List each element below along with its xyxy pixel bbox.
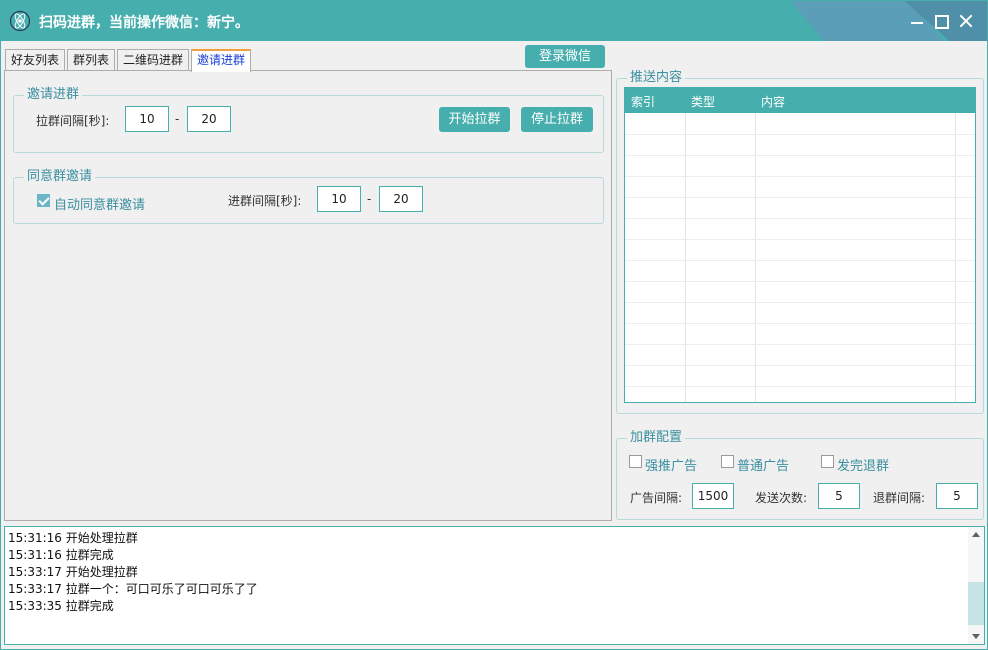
maximize-icon[interactable] <box>933 13 949 29</box>
log-line: 15:33:35 拉群完成 <box>8 599 114 613</box>
minimize-icon[interactable] <box>909 13 925 29</box>
grid-column-divider <box>955 113 956 402</box>
grid-row-divider <box>625 134 975 135</box>
join-config-title: 加群配置 <box>627 430 686 446</box>
invite-tab-panel: 邀请进群 拉群间隔[秒]: 10 - 20 开始拉群 停止拉群 同意群邀请 自动… <box>4 70 612 521</box>
force-ad-checkbox[interactable] <box>629 455 642 468</box>
auto-accept-checkbox[interactable] <box>37 194 50 207</box>
join-interval-min-input[interactable]: 10 <box>317 186 361 212</box>
grid-row-divider <box>625 281 975 282</box>
grid-row-divider <box>625 323 975 324</box>
login-wechat-button[interactable]: 登录微信 <box>525 45 605 68</box>
push-content-title: 推送内容 <box>627 70 686 86</box>
stop-invite-button[interactable]: 停止拉群 <box>521 107 593 132</box>
join-config-group-box: 加群配置 强推广告 普通广告 发完退群 广告间隔: 1500 发送次数: 5 退… <box>616 430 984 520</box>
quit-after-send-label[interactable]: 发完退群 <box>837 455 889 474</box>
tab-qrcode-join[interactable]: 二维码进群 <box>117 49 190 71</box>
invite-group-title: 邀请进群 <box>24 87 83 103</box>
log-line: 15:31:16 开始处理拉群 <box>8 531 138 545</box>
grid-column-divider <box>755 113 756 402</box>
grid-row-divider <box>625 302 975 303</box>
grid-row-divider <box>625 386 975 387</box>
scroll-down-icon[interactable] <box>972 634 980 639</box>
grid-row-divider <box>625 155 975 156</box>
tab-friend-list[interactable]: 好友列表 <box>5 49 66 71</box>
force-ad-label[interactable]: 强推广告 <box>645 455 697 474</box>
join-interval-dash: - <box>367 192 372 206</box>
tab-bar: 好友列表 群列表 二维码进群 邀请进群 <box>5 49 253 72</box>
column-header-content[interactable]: 内容 <box>761 93 785 110</box>
accept-invite-group-title: 同意群邀请 <box>24 169 96 185</box>
log-output[interactable]: 15:31:16 开始处理拉群 15:31:16 拉群完成 15:33:17 开… <box>4 526 985 645</box>
grid-column-divider <box>685 113 686 402</box>
normal-ad-checkbox[interactable] <box>721 455 734 468</box>
close-icon[interactable] <box>958 13 974 29</box>
scroll-thumb[interactable] <box>968 582 984 625</box>
ad-interval-label: 广告间隔: <box>630 491 683 505</box>
join-interval-label: 进群间隔[秒]: <box>228 194 302 208</box>
join-interval-max-input[interactable]: 20 <box>379 186 423 212</box>
grid-row-divider <box>625 344 975 345</box>
window-title: 扫码进群，当前操作微信：新宁。 <box>39 15 249 31</box>
start-invite-button[interactable]: 开始拉群 <box>439 107 510 132</box>
auto-accept-label[interactable]: 自动同意群邀请 <box>54 194 145 213</box>
column-header-index[interactable]: 索引 <box>631 93 655 110</box>
log-line: 15:33:17 开始处理拉群 <box>8 565 138 579</box>
app-window: 扫码进群，当前操作微信：新宁。 好友列表 群列表 二维码进群 邀请进群 登录微信… <box>0 0 988 650</box>
send-count-input[interactable]: 5 <box>818 483 860 509</box>
ad-interval-input[interactable]: 1500 <box>692 483 734 509</box>
invite-interval-label: 拉群间隔[秒]: <box>36 114 110 128</box>
table-header: 索引 类型 内容 <box>625 88 975 113</box>
invite-interval-min-input[interactable]: 10 <box>125 106 169 132</box>
tab-invite-join[interactable]: 邀请进群 <box>191 49 252 72</box>
grid-row-divider <box>625 260 975 261</box>
grid-row-divider <box>625 218 975 219</box>
send-count-label: 发送次数: <box>755 491 808 505</box>
invite-interval-max-input[interactable]: 20 <box>187 106 231 132</box>
title-bar[interactable]: 扫码进群，当前操作微信：新宁。 <box>1 1 987 41</box>
quit-interval-input[interactable]: 5 <box>936 483 978 509</box>
tab-group-list[interactable]: 群列表 <box>67 49 116 71</box>
quit-interval-label: 退群间隔: <box>873 491 926 505</box>
grid-row-divider <box>625 239 975 240</box>
log-line: 15:33:17 拉群一个：可口可乐了可口可乐了了 <box>8 582 258 596</box>
quit-after-send-checkbox[interactable] <box>821 455 834 468</box>
scroll-up-icon[interactable] <box>972 532 980 537</box>
invite-interval-dash: - <box>175 112 180 126</box>
push-content-table[interactable]: 索引 类型 内容 <box>624 87 976 403</box>
accept-invite-group-box: 同意群邀请 自动同意群邀请 进群间隔[秒]: 10 - 20 <box>13 169 604 224</box>
grid-row-divider <box>625 365 975 366</box>
column-header-type[interactable]: 类型 <box>691 93 715 110</box>
invite-group-box: 邀请进群 拉群间隔[秒]: 10 - 20 开始拉群 停止拉群 <box>13 87 604 153</box>
grid-row-divider <box>625 176 975 177</box>
grid-row-divider <box>625 197 975 198</box>
log-scrollbar[interactable] <box>968 527 984 644</box>
log-line: 15:31:16 拉群完成 <box>8 548 114 562</box>
atom-icon <box>9 10 31 32</box>
normal-ad-label[interactable]: 普通广告 <box>737 455 789 474</box>
